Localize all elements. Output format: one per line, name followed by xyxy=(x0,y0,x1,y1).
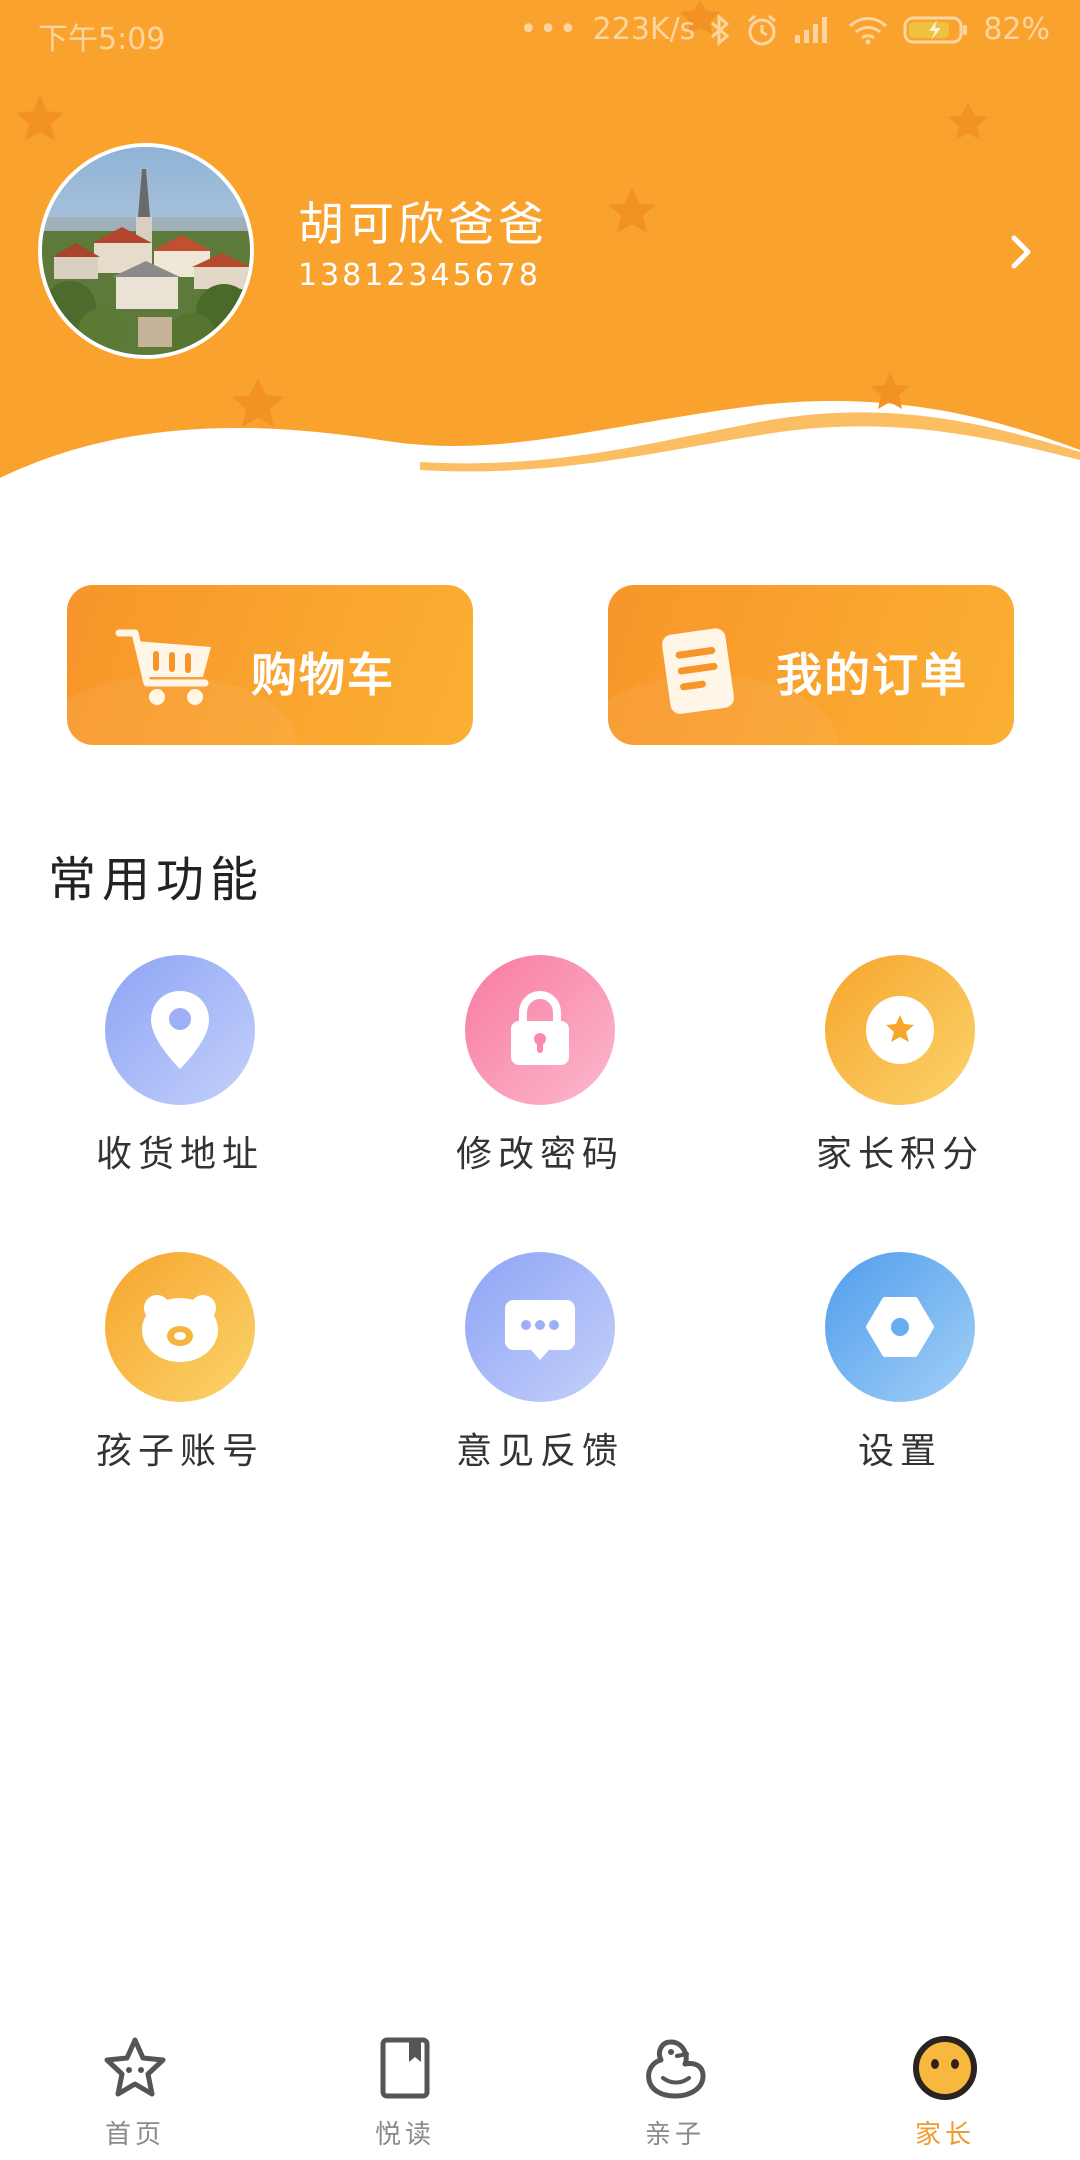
duck-icon xyxy=(646,2039,706,2099)
alarm-icon xyxy=(748,14,777,45)
status-bar: 下午5:09 ••• 223K/s 82% xyxy=(0,0,1080,66)
nav-item-family[interactable]: 亲子 xyxy=(575,2034,775,2154)
chat-bubble-icon xyxy=(505,1300,575,1360)
feature-icon-circle xyxy=(105,1252,255,1402)
nav-label: 首页 xyxy=(104,2120,165,2150)
bottom-navigation: 首页 悦读 亲子 家长 xyxy=(0,2010,1080,2160)
feature-parent-points[interactable]: 家长积分 xyxy=(750,955,1050,1195)
book-icon xyxy=(380,2037,430,2099)
star-icon xyxy=(104,2037,166,2097)
feature-label: 修改密码 xyxy=(455,1134,624,1175)
nav-item-reading[interactable]: 悦读 xyxy=(305,2034,505,2154)
more-notifications-icon: ••• xyxy=(519,12,579,47)
wifi-icon xyxy=(849,16,888,44)
nav-label: 家长 xyxy=(914,2120,975,2150)
my-orders-label: 我的订单 xyxy=(776,648,968,702)
user-phone: 13812345678 xyxy=(298,258,541,293)
feature-label: 意见反馈 xyxy=(455,1431,624,1472)
status-indicators: ••• 223K/s 82% xyxy=(520,12,1050,47)
chevron-right-icon[interactable] xyxy=(1002,230,1042,274)
user-name[interactable]: 胡可欣爸爸 xyxy=(298,188,548,254)
star-badge-icon xyxy=(866,996,934,1064)
nav-item-home[interactable]: 首页 xyxy=(35,2034,235,2154)
nav-label: 亲子 xyxy=(644,2120,705,2150)
avatar[interactable] xyxy=(38,143,254,359)
feature-settings[interactable]: 设置 xyxy=(750,1252,1050,1492)
nav-label: 悦读 xyxy=(374,2120,435,2150)
avatar-town-image xyxy=(42,147,250,355)
lock-icon xyxy=(511,990,569,1065)
feature-icon-circle xyxy=(825,955,975,1105)
profile-header: 下午5:09 ••• 223K/s 82% 胡可欣爸爸 13812345678 xyxy=(0,0,1080,500)
nav-item-parent[interactable]: 家长 xyxy=(845,2034,1045,2154)
feature-icon-circle xyxy=(465,955,615,1105)
shopping-cart-button[interactable]: 购物车 xyxy=(67,585,473,745)
bluetooth-icon xyxy=(711,13,730,46)
feature-child-account[interactable]: 孩子账号 xyxy=(30,1252,330,1492)
cart-icon xyxy=(115,629,211,705)
bear-icon xyxy=(142,1295,218,1362)
shopping-cart-label: 购物车 xyxy=(251,648,395,702)
network-speed: 223K/s xyxy=(592,12,696,47)
location-pin-icon xyxy=(151,991,209,1069)
order-icon xyxy=(662,628,734,714)
feature-icon-circle xyxy=(105,955,255,1105)
parent-profile-page: 下午5:09 ••• 223K/s 82% 胡可欣爸爸 13812345678 … xyxy=(0,0,1080,2160)
feature-feedback[interactable]: 意见反馈 xyxy=(390,1252,690,1492)
hexagon-nut-icon xyxy=(866,1297,934,1357)
section-title: 常用功能 xyxy=(48,852,265,908)
signal-icon xyxy=(795,16,828,43)
feature-label: 设置 xyxy=(857,1431,942,1472)
battery-percent: 82% xyxy=(983,12,1050,47)
feature-label: 孩子账号 xyxy=(95,1431,264,1472)
status-time: 下午5:09 xyxy=(38,22,166,57)
feature-change-password[interactable]: 修改密码 xyxy=(390,955,690,1195)
my-orders-button[interactable]: 我的订单 xyxy=(608,585,1014,745)
feature-label: 家长积分 xyxy=(815,1134,984,1175)
feature-icon-circle xyxy=(825,1252,975,1402)
feature-shipping-address[interactable]: 收货地址 xyxy=(30,955,330,1195)
feature-icon-circle xyxy=(465,1252,615,1402)
feature-label: 收货地址 xyxy=(95,1134,264,1175)
battery-icon xyxy=(903,16,968,43)
face-icon xyxy=(913,2036,977,2100)
